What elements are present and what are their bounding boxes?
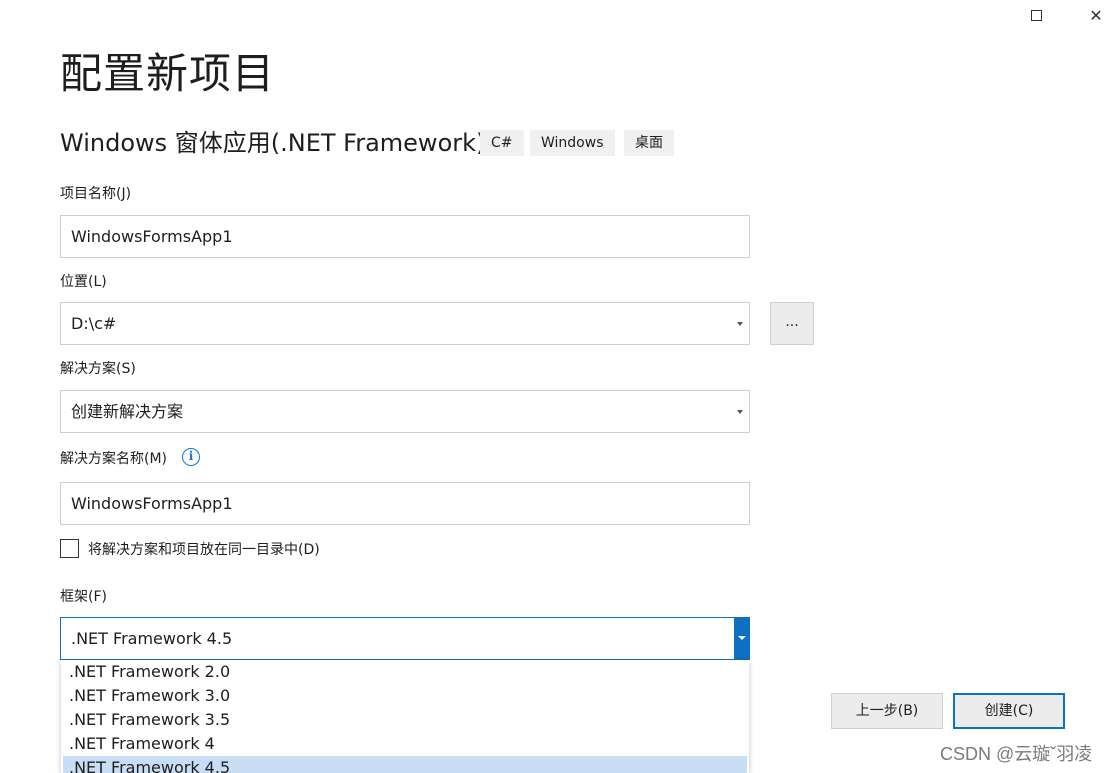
page-title: 配置新项目	[60, 49, 276, 98]
template-name: Windows 窗体应用(.NET Framework)	[60, 129, 486, 157]
info-icon[interactable]: i	[182, 448, 200, 466]
back-button[interactable]: 上一步(B)	[831, 693, 943, 729]
solution-name-label: 解决方案名称(M)	[60, 451, 168, 467]
framework-label: 框架(F)	[60, 589, 107, 605]
solution-value: 创建新解决方案	[71, 402, 184, 421]
solution-name-input[interactable]: WindowsFormsApp1	[60, 482, 750, 525]
chevron-down-icon	[737, 322, 743, 326]
create-button[interactable]: 创建(C)	[953, 693, 1065, 729]
project-name-label: 项目名称(J)	[60, 186, 132, 202]
framework-option[interactable]: .NET Framework 4	[61, 732, 749, 756]
framework-dropdown-button[interactable]	[734, 617, 750, 660]
framework-option-selected[interactable]: .NET Framework 4.5	[63, 756, 747, 773]
tag-language: C#	[480, 130, 524, 156]
close-icon: ✕	[1089, 5, 1103, 25]
close-button[interactable]: ✕	[1076, 0, 1116, 30]
maximize-button[interactable]	[1016, 0, 1056, 30]
solution-label: 解决方案(S)	[60, 361, 136, 377]
framework-option[interactable]: .NET Framework 3.0	[61, 684, 749, 708]
chevron-down-icon	[738, 636, 746, 640]
location-value: D:\c#	[71, 314, 117, 333]
browse-button[interactable]: ...	[770, 302, 814, 345]
framework-option[interactable]: .NET Framework 3.5	[61, 708, 749, 732]
chevron-down-icon	[737, 410, 743, 414]
tag-type: 桌面	[624, 130, 674, 156]
framework-dropdown[interactable]: .NET Framework 4.5	[60, 617, 750, 660]
maximize-icon	[1030, 9, 1042, 21]
tag-platform: Windows	[530, 130, 615, 156]
same-directory-label[interactable]: 将解决方案和项目放在同一目录中(D)	[88, 540, 320, 560]
location-label: 位置(L)	[60, 274, 107, 290]
same-directory-checkbox[interactable]	[60, 539, 79, 558]
watermark: CSDN @云璇ˇ羽凌	[940, 744, 1093, 764]
framework-options-list: .NET Framework 2.0 .NET Framework 3.0 .N…	[61, 660, 749, 773]
location-combobox[interactable]: D:\c#	[60, 302, 750, 345]
solution-dropdown[interactable]: 创建新解决方案	[60, 390, 750, 433]
framework-value: .NET Framework 4.5	[71, 629, 233, 648]
project-name-input[interactable]: WindowsFormsApp1	[60, 215, 750, 258]
framework-option[interactable]: .NET Framework 2.0	[61, 660, 749, 684]
